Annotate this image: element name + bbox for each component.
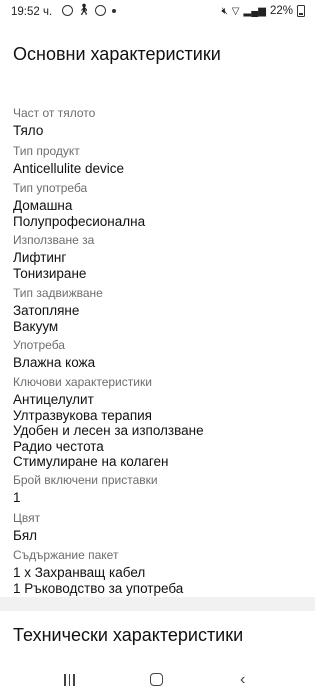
spec-value: Влажна кожа bbox=[13, 355, 96, 370]
spec-value: 1 Ръководство за употреба bbox=[13, 580, 184, 596]
mute-icon: 🔇︎ bbox=[221, 5, 228, 17]
spec-label: Употреба bbox=[13, 338, 65, 352]
battery-icon bbox=[297, 5, 305, 17]
wifi-icon: ▽ bbox=[231, 5, 240, 17]
spec-value: Полупрофесионална bbox=[13, 213, 146, 229]
spec-value: Антицелулит bbox=[13, 392, 94, 407]
battery-percent: 22% bbox=[269, 5, 293, 17]
spec-label: Използване за bbox=[13, 233, 95, 247]
app-notification-icon bbox=[94, 5, 106, 16]
viber-icon bbox=[62, 5, 73, 16]
walking-icon: 🚶︎ bbox=[77, 4, 91, 16]
spec-row: Цвят Бял bbox=[13, 511, 303, 544]
signal-icon: ▂▄▆ bbox=[243, 5, 266, 17]
spec-row: Тип употреба Домашна Полупрофесионална bbox=[13, 181, 303, 229]
spec-value: Ултразвукова терапия bbox=[13, 407, 152, 423]
spec-row: Част от тялото Тяло bbox=[13, 106, 303, 139]
status-time: 19:52 ч. bbox=[11, 6, 53, 18]
spec-label: Тип задвижване bbox=[13, 286, 103, 300]
spec-value: Радио честота bbox=[13, 438, 104, 454]
spec-value: 1 x Захранващ кабел bbox=[13, 565, 146, 580]
spec-label: Тип продукт bbox=[13, 144, 80, 158]
spec-value: Удобен и лесен за използване bbox=[13, 423, 204, 439]
spec-value: Anticellulite device bbox=[13, 161, 125, 176]
spec-value: Домашна bbox=[13, 198, 73, 213]
back-button[interactable]: ‹ bbox=[240, 672, 245, 688]
spec-value: 1 bbox=[13, 490, 21, 505]
section-title-tech: Технически характеристики bbox=[13, 625, 244, 645]
spec-value: Тонизиране bbox=[13, 265, 87, 281]
more-notifications-icon bbox=[111, 9, 116, 13]
spec-value: Лифтинг bbox=[13, 250, 67, 265]
spec-label: Цвят bbox=[13, 511, 41, 525]
spec-value: Стимулиране на колаген bbox=[13, 454, 169, 470]
navigation-bar: ‹ bbox=[0, 662, 315, 700]
status-right: 🔇︎ ▽ ▂▄▆ 22% bbox=[221, 5, 305, 17]
spec-value: Тяло bbox=[13, 123, 44, 138]
spec-label: Брой включени приставки bbox=[13, 473, 158, 487]
recent-apps-button[interactable] bbox=[64, 674, 75, 686]
spec-row: Използване за Лифтинг Тонизиране bbox=[13, 233, 303, 281]
spec-row: Тип задвижване Затопляне Вакуум bbox=[13, 286, 303, 334]
main-specs-section: Основни характеристики Част от тялото Тял… bbox=[0, 26, 315, 611]
section-title-main: Основни характеристики bbox=[13, 44, 221, 64]
spec-value: Вакуум bbox=[13, 318, 59, 334]
spec-label: Ключови характеристики bbox=[13, 375, 152, 389]
notification-icons: 🚶︎ bbox=[62, 5, 116, 16]
status-bar: 19:52 ч. 🚶︎ 🔇︎ ▽ ▂▄▆ 22% bbox=[0, 0, 315, 26]
home-button[interactable] bbox=[150, 673, 163, 686]
spec-row: Употреба Влажна кожа bbox=[13, 338, 303, 371]
spec-label: Част от тялото bbox=[13, 106, 96, 120]
spec-value: Бял bbox=[13, 528, 38, 543]
spec-row: Тип продукт Anticellulite device bbox=[13, 144, 303, 177]
spec-value: Затопляне bbox=[13, 303, 80, 318]
section-divider bbox=[0, 597, 315, 611]
spec-row: Ключови характеристики Антицелулит Ултразв… bbox=[13, 375, 303, 470]
tech-specs-section[interactable]: Технически характеристики bbox=[0, 611, 315, 662]
spec-label: Съдържание пакет bbox=[13, 548, 119, 562]
spec-row: Брой включени приставки 1 bbox=[13, 473, 303, 506]
spec-label: Тип употреба bbox=[13, 181, 88, 195]
